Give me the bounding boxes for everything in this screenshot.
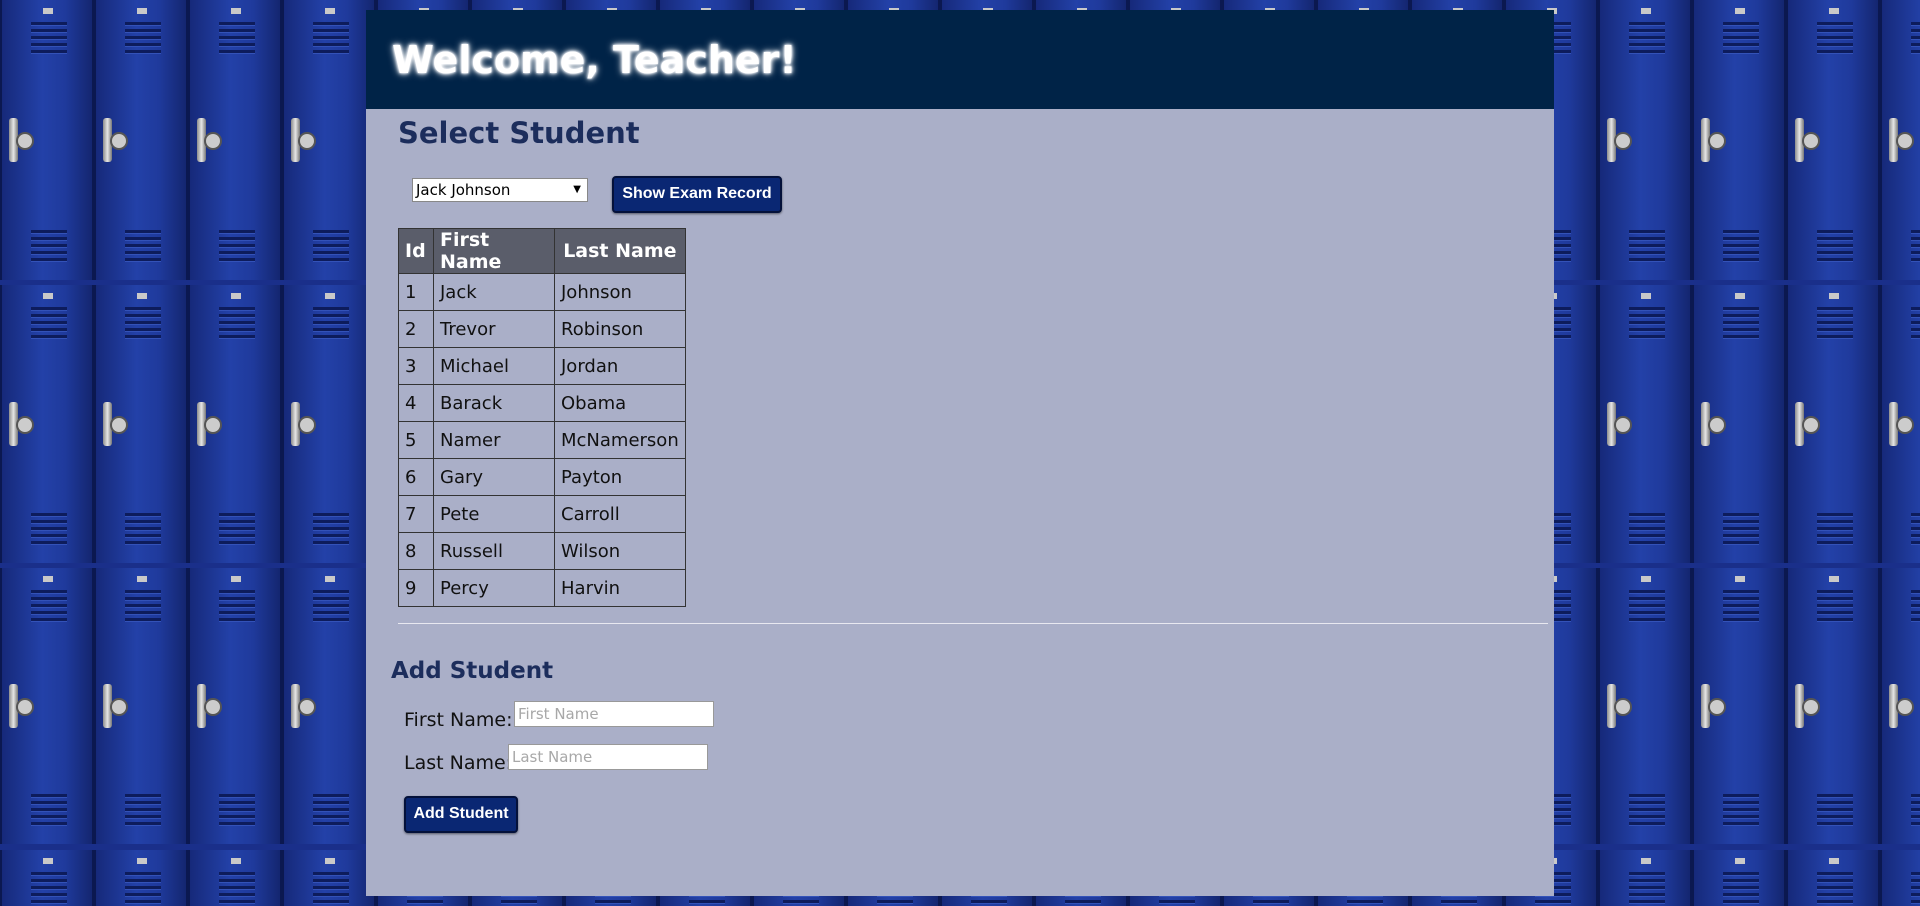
cell-first-name: Trevor: [433, 310, 555, 348]
column-header-first-name: First Name: [433, 228, 555, 274]
locker-door: [1880, 0, 1920, 280]
table-header-row: Id First Name Last Name: [398, 228, 686, 274]
cell-id: 7: [398, 495, 434, 533]
locker-door: [1598, 0, 1692, 280]
last-name-label: Last Name:: [404, 752, 513, 774]
locker-door: [282, 568, 376, 844]
locker-door: [94, 0, 188, 280]
cell-last-name: Carroll: [554, 495, 686, 533]
first-name-input[interactable]: [514, 701, 714, 727]
page-header: Welcome, Teacher!: [366, 10, 1554, 109]
show-exam-record-button[interactable]: Show Exam Record: [612, 176, 782, 213]
students-table: Id First Name Last Name 1 Jack Johnson 2 Tr…: [398, 228, 686, 607]
cell-last-name: Obama: [554, 384, 686, 422]
table-row: 4 Barack Obama: [398, 384, 686, 422]
locker-door: [1692, 0, 1786, 280]
locker-door: [94, 285, 188, 563]
cell-first-name: Percy: [433, 569, 555, 607]
locker-door: [282, 850, 376, 906]
select-student-heading: Select Student: [398, 116, 640, 150]
student-select[interactable]: Jack Johnson ▼: [412, 178, 588, 202]
cell-id: 9: [398, 569, 434, 607]
locker-door: [94, 850, 188, 906]
cell-last-name: Johnson: [554, 273, 686, 311]
locker-door: [1786, 0, 1880, 280]
locker-door: [1786, 285, 1880, 563]
locker-door: [188, 850, 282, 906]
cell-first-name: Jack: [433, 273, 555, 311]
cell-id: 2: [398, 310, 434, 348]
locker-door: [1692, 285, 1786, 563]
locker-door: [188, 0, 282, 280]
locker-door: [1786, 568, 1880, 844]
cell-last-name: Robinson: [554, 310, 686, 348]
locker-door: [1598, 568, 1692, 844]
cell-id: 5: [398, 421, 434, 459]
add-student-button[interactable]: Add Student: [404, 796, 518, 833]
table-row: 8 Russell Wilson: [398, 532, 686, 570]
locker-door: [188, 568, 282, 844]
locker-door: [282, 0, 376, 280]
locker-door: [0, 285, 94, 563]
cell-first-name: Russell: [433, 532, 555, 570]
locker-door: [1880, 285, 1920, 563]
table-row: 1 Jack Johnson: [398, 273, 686, 311]
locker-door: [1692, 568, 1786, 844]
locker-door: [282, 285, 376, 563]
cell-last-name: Wilson: [554, 532, 686, 570]
first-name-label: First Name:: [404, 709, 513, 731]
cell-last-name: Harvin: [554, 569, 686, 607]
cell-first-name: Michael: [433, 347, 555, 385]
cell-last-name: Jordan: [554, 347, 686, 385]
column-header-last-name: Last Name: [554, 228, 686, 274]
table-row: 3 Michael Jordan: [398, 347, 686, 385]
table-row: 9 Percy Harvin: [398, 569, 686, 607]
table-row: 2 Trevor Robinson: [398, 310, 686, 348]
cell-first-name: Pete: [433, 495, 555, 533]
cell-id: 3: [398, 347, 434, 385]
student-select-value: Jack Johnson: [416, 181, 511, 199]
section-divider: [398, 623, 1548, 624]
dropdown-arrow-icon: ▼: [573, 184, 581, 195]
add-student-heading: Add Student: [391, 658, 554, 684]
locker-door: [1598, 285, 1692, 563]
locker-door: [0, 0, 94, 280]
locker-door: [0, 850, 94, 906]
locker-door: [0, 568, 94, 844]
locker-door: [1598, 850, 1692, 906]
main-panel: Welcome, Teacher! Select Student Jack Jo…: [366, 10, 1554, 896]
locker-door: [1880, 850, 1920, 906]
cell-id: 1: [398, 273, 434, 311]
table-row: 5 Namer McNamerson: [398, 421, 686, 459]
locker-door: [1880, 568, 1920, 844]
cell-first-name: Gary: [433, 458, 555, 496]
cell-id: 4: [398, 384, 434, 422]
cell-last-name: Payton: [554, 458, 686, 496]
table-row: 6 Gary Payton: [398, 458, 686, 496]
page-title: Welcome, Teacher!: [392, 38, 797, 82]
locker-door: [1692, 850, 1786, 906]
cell-last-name: McNamerson: [554, 421, 686, 459]
cell-id: 8: [398, 532, 434, 570]
cell-first-name: Namer: [433, 421, 555, 459]
locker-door: [1786, 850, 1880, 906]
column-header-id: Id: [398, 228, 434, 274]
cell-id: 6: [398, 458, 434, 496]
locker-door: [94, 568, 188, 844]
last-name-input[interactable]: [508, 744, 708, 770]
table-row: 7 Pete Carroll: [398, 495, 686, 533]
cell-first-name: Barack: [433, 384, 555, 422]
locker-door: [188, 285, 282, 563]
